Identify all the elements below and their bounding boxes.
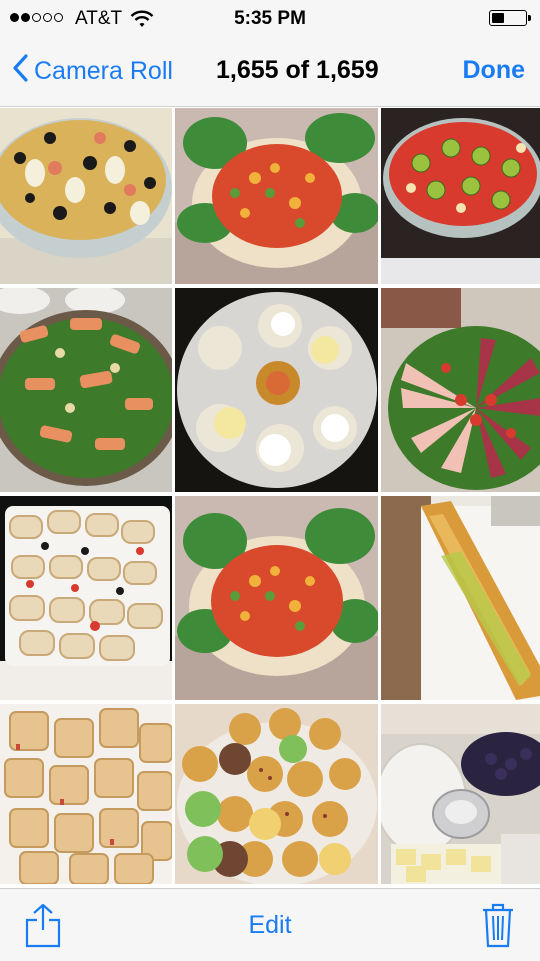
- chevron-left-icon: [12, 54, 28, 89]
- back-button-label: Camera Roll: [34, 57, 173, 85]
- photo-thumbnail[interactable]: [381, 108, 540, 284]
- bottom-toolbar: Edit: [0, 888, 540, 961]
- photo-thumbnail[interactable]: [0, 496, 172, 700]
- photo-thumbnail[interactable]: [175, 496, 378, 700]
- back-button[interactable]: Camera Roll: [12, 54, 173, 89]
- photo-grid: [0, 108, 540, 888]
- photo-thumbnail[interactable]: [0, 288, 172, 492]
- photo-thumbnail[interactable]: [381, 704, 540, 884]
- photo-thumbnail[interactable]: [175, 704, 378, 884]
- photo-thumbnail[interactable]: [175, 108, 378, 284]
- status-time: 5:35 PM: [234, 8, 306, 29]
- photo-thumbnail[interactable]: [175, 288, 378, 492]
- navigation-bar: Camera Roll 1,655 of 1,659 Done: [0, 38, 540, 107]
- share-icon[interactable]: [24, 902, 62, 948]
- photo-thumbnail[interactable]: [0, 704, 172, 884]
- battery-icon: [489, 10, 531, 26]
- photo-thumbnail[interactable]: [381, 496, 540, 700]
- edit-button[interactable]: Edit: [248, 911, 291, 939]
- done-button[interactable]: Done: [463, 56, 526, 85]
- photo-thumbnail[interactable]: [381, 288, 540, 492]
- photo-thumbnail[interactable]: [0, 108, 172, 284]
- trash-icon[interactable]: [482, 902, 514, 948]
- status-bar: AT&T 5:35 PM: [0, 0, 540, 38]
- photo-counter-title: 1,655 of 1,659: [216, 56, 379, 84]
